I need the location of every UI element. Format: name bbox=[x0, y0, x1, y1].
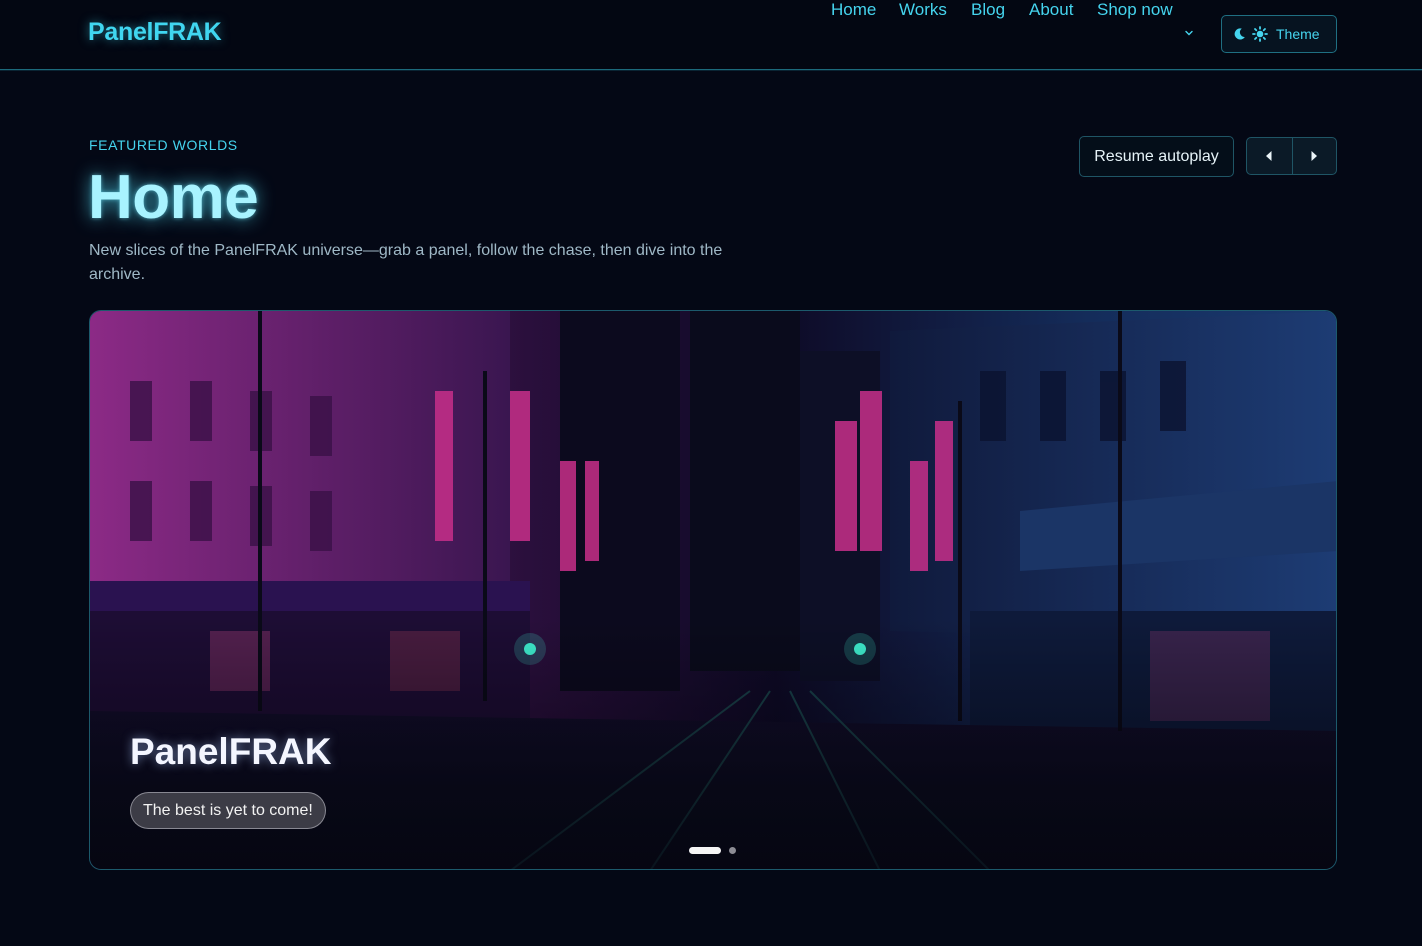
nav-shop-now[interactable]: Shop now bbox=[1097, 0, 1173, 20]
carousel-controls bbox=[1246, 137, 1337, 175]
featured-carousel[interactable]: PanelFRAK The best is yet to come! bbox=[89, 310, 1337, 870]
carousel-next-button[interactable] bbox=[1291, 138, 1337, 174]
slide-cta-button[interactable]: The best is yet to come! bbox=[130, 792, 326, 829]
caret-left-icon bbox=[1266, 151, 1272, 161]
carousel-indicators bbox=[689, 846, 736, 854]
brand-logo[interactable]: PanelFRAK bbox=[88, 18, 222, 47]
carousel-indicator-2[interactable] bbox=[729, 846, 736, 854]
slide-title: PanelFRAK bbox=[130, 731, 332, 772]
resume-autoplay-button[interactable]: Resume autoplay bbox=[1079, 136, 1234, 177]
nav-about[interactable]: About bbox=[1029, 0, 1073, 20]
theme-toggle-button[interactable]: Theme bbox=[1221, 15, 1337, 53]
caret-right-icon bbox=[1311, 151, 1318, 161]
chevron-down-icon[interactable] bbox=[1184, 28, 1194, 38]
carousel-prev-button[interactable] bbox=[1247, 138, 1292, 174]
sun-icon bbox=[1252, 26, 1268, 42]
nav-home[interactable]: Home bbox=[831, 0, 876, 20]
top-navbar: PanelFRAK Home Works Blog About Shop now… bbox=[0, 0, 1422, 70]
moon-icon bbox=[1234, 28, 1245, 40]
theme-button-label: Theme bbox=[1276, 26, 1320, 42]
section-eyebrow: FEATURED WORLDS bbox=[89, 137, 238, 153]
city-street-image bbox=[90, 311, 1336, 869]
page-subtitle: New slices of the PanelFRAK universe—gra… bbox=[89, 242, 723, 283]
page-title: Home bbox=[88, 163, 259, 232]
carousel-indicator-1[interactable] bbox=[689, 846, 721, 854]
nav-works[interactable]: Works bbox=[899, 0, 947, 20]
nav-blog[interactable]: Blog bbox=[971, 0, 1005, 20]
